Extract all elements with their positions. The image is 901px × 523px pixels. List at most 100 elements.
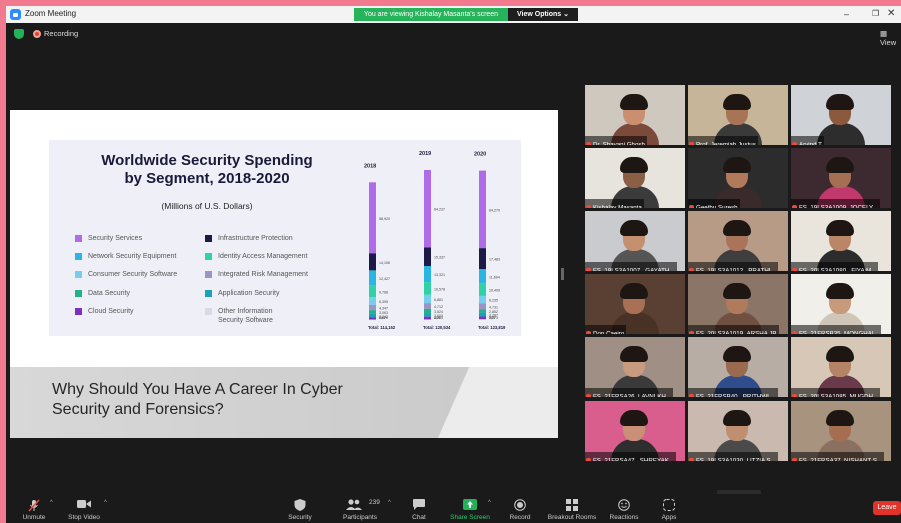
participant-tile[interactable]: FS_21FRSB40_ PRITHWI ... — [688, 337, 788, 397]
participant-name-chip: Prof. Jeremiah Justus — [688, 136, 758, 145]
security-label: Security — [288, 514, 312, 521]
participant-tile[interactable]: FS_19LS3A1012_ PRATHI... — [688, 211, 788, 271]
participants-options-caret[interactable]: ^ — [388, 500, 391, 506]
bar-segment — [369, 310, 376, 314]
participant-tile[interactable]: Prof. Jeremiah Justus — [688, 85, 788, 145]
participant-name-chip: FS_21FRSA47_ SHREYAK... — [585, 452, 677, 461]
participant-name-chip: Kishalay Masanta — [585, 199, 644, 208]
breakout-rooms-button[interactable]: Breakout Rooms — [546, 494, 598, 523]
participant-tile[interactable]: FS_21FRSA26_LAVNI KH... — [585, 337, 685, 397]
audio-options-caret[interactable]: ^ — [50, 500, 53, 506]
mic-off-icon — [792, 267, 797, 271]
splitter-handle[interactable] — [561, 268, 564, 280]
value-label: 10,578 — [434, 287, 445, 291]
reactions-button[interactable]: Reactions — [606, 494, 642, 523]
stacked-bar-chart: 201858,92014,10612,4279,7686,3954,3473,0… — [364, 151, 506, 330]
participants-count: 239 — [369, 499, 380, 506]
bar-segment — [369, 285, 376, 298]
zoom-app-icon — [10, 9, 21, 20]
participant-name: Dr. Shayani Ghosh — [593, 141, 645, 145]
participant-name: Don Caeiro — [593, 330, 625, 334]
shield-icon[interactable] — [14, 29, 24, 39]
participant-tile[interactable]: FS_20LS3A1080_ FIYA M... — [791, 211, 891, 271]
bar-segment — [479, 312, 486, 317]
participant-tile[interactable]: Don Caeiro — [585, 274, 685, 334]
value-label: 64,270 — [489, 208, 500, 212]
view-options-button[interactable]: View Options ⌄ — [508, 8, 578, 21]
participant-name: FS_21FRSA26_LAVNI KH... — [593, 393, 671, 397]
mic-off-icon — [586, 457, 591, 461]
view-button[interactable]: ▦ View — [880, 29, 901, 47]
record-button[interactable]: Record — [504, 494, 536, 523]
value-label: 9,768 — [379, 290, 388, 294]
participant-tile[interactable]: FS_21FRSB35_MONGHAI... — [791, 274, 891, 334]
participant-tile[interactable]: FS_21FRSA47_ SHREYAK... — [585, 401, 685, 461]
year-label: 2019 — [419, 151, 431, 157]
maximize-button[interactable]: ❐ — [872, 7, 879, 21]
video-options-caret[interactable]: ^ — [104, 500, 107, 506]
value-label: 304 — [379, 316, 385, 320]
mic-off-icon — [792, 330, 797, 334]
participants-button[interactable]: 239 Participants — [340, 494, 380, 523]
participant-tile[interactable]: Kishalay Masanta — [585, 148, 685, 208]
legend-label: Application Security — [218, 289, 280, 297]
participant-tile[interactable]: Dr. Shayani Ghosh — [585, 85, 685, 145]
participant-tile[interactable]: FS_19LS3A1007_ GAYATH... — [585, 211, 685, 271]
bar-segment — [479, 316, 486, 320]
participant-tile[interactable]: Arvind T — [791, 85, 891, 145]
chat-bubble-icon — [413, 499, 425, 510]
mic-off-icon — [586, 393, 591, 397]
legend-label: Network Security Equipment — [88, 253, 177, 261]
unmute-button[interactable]: Unmute — [16, 494, 52, 523]
apps-button[interactable]: Apps — [654, 494, 684, 523]
mic-off-icon — [689, 141, 694, 145]
stop-video-button[interactable]: Stop Video — [62, 494, 106, 523]
view-label: View — [880, 38, 897, 47]
participant-name-chip: Geethu Suresh — [688, 199, 740, 208]
bar-segment — [479, 170, 486, 249]
bar-segment — [369, 297, 376, 305]
participant-hair — [826, 220, 854, 236]
bar-segment — [479, 319, 486, 320]
meeting-toolbar: Unmute ^ Stop Video ^ Security 239 Parti… — [6, 494, 901, 523]
minimize-button[interactable]: – — [844, 7, 849, 21]
participant-tile[interactable]: FS_21FRSA37_NISHANT S... — [791, 401, 891, 461]
legend-label: Integrated Risk Management — [218, 271, 308, 279]
legend-swatch — [75, 235, 82, 242]
security-button[interactable]: Security — [282, 494, 318, 523]
bar-segment — [479, 283, 486, 296]
value-label: 6,235 — [489, 299, 498, 303]
slide-heading-line1: Why Should You Have A Career In Cyber — [52, 381, 343, 398]
participant-tile[interactable]: FS_19LS3A1009_JOCELY... — [791, 148, 891, 208]
reactions-label: Reactions — [609, 514, 639, 521]
legend-label: Security Services — [88, 235, 143, 242]
participant-tile[interactable]: FS_20LS3A1019_ARSHA JB — [688, 274, 788, 334]
mic-off-icon — [586, 204, 591, 208]
chat-button[interactable]: Chat — [404, 494, 434, 523]
participant-tile[interactable]: Geethu Suresh — [688, 148, 788, 208]
participant-name: FS_19LS3A1009_JOCELY... — [799, 204, 878, 208]
participant-name-chip: FS_20LS3A1080_ FIYA M... — [791, 262, 879, 271]
participant-tile[interactable]: FS_20LS3A1085_MUGDH... — [791, 337, 891, 397]
mic-off-icon — [792, 141, 797, 145]
participant-name: FS_20LS3A1019_ARSHA JB — [696, 330, 777, 334]
mic-off-icon — [586, 141, 591, 145]
participant-name: FS_20LS3A1080_ FIYA M... — [799, 267, 877, 271]
leave-button[interactable]: Leave — [873, 501, 901, 515]
participant-name-chip: FS_19LS3A1012_ PRATHI... — [688, 262, 778, 271]
value-label: 12,427 — [379, 277, 390, 281]
infographic: Worldwide Security Spending by Segment, … — [49, 140, 521, 336]
participant-name: Kishalay Masanta — [593, 204, 642, 208]
close-button[interactable]: ✕ — [887, 7, 895, 21]
share-screen-button[interactable]: Share Screen — [448, 494, 492, 523]
record-label: Record — [509, 514, 531, 521]
participant-tile[interactable]: FS_19LS3A1030_LITZIA S... — [688, 401, 788, 461]
participant-hair — [620, 94, 648, 110]
recording-status: Recording — [44, 29, 79, 38]
value-label: 459 — [434, 316, 440, 320]
bar-segment — [424, 313, 431, 317]
share-options-caret[interactable]: ^ — [488, 500, 491, 506]
participant-name: Arvind T — [799, 141, 822, 145]
window-title: Zoom Meeting — [25, 9, 77, 18]
bar-segment — [424, 265, 431, 283]
